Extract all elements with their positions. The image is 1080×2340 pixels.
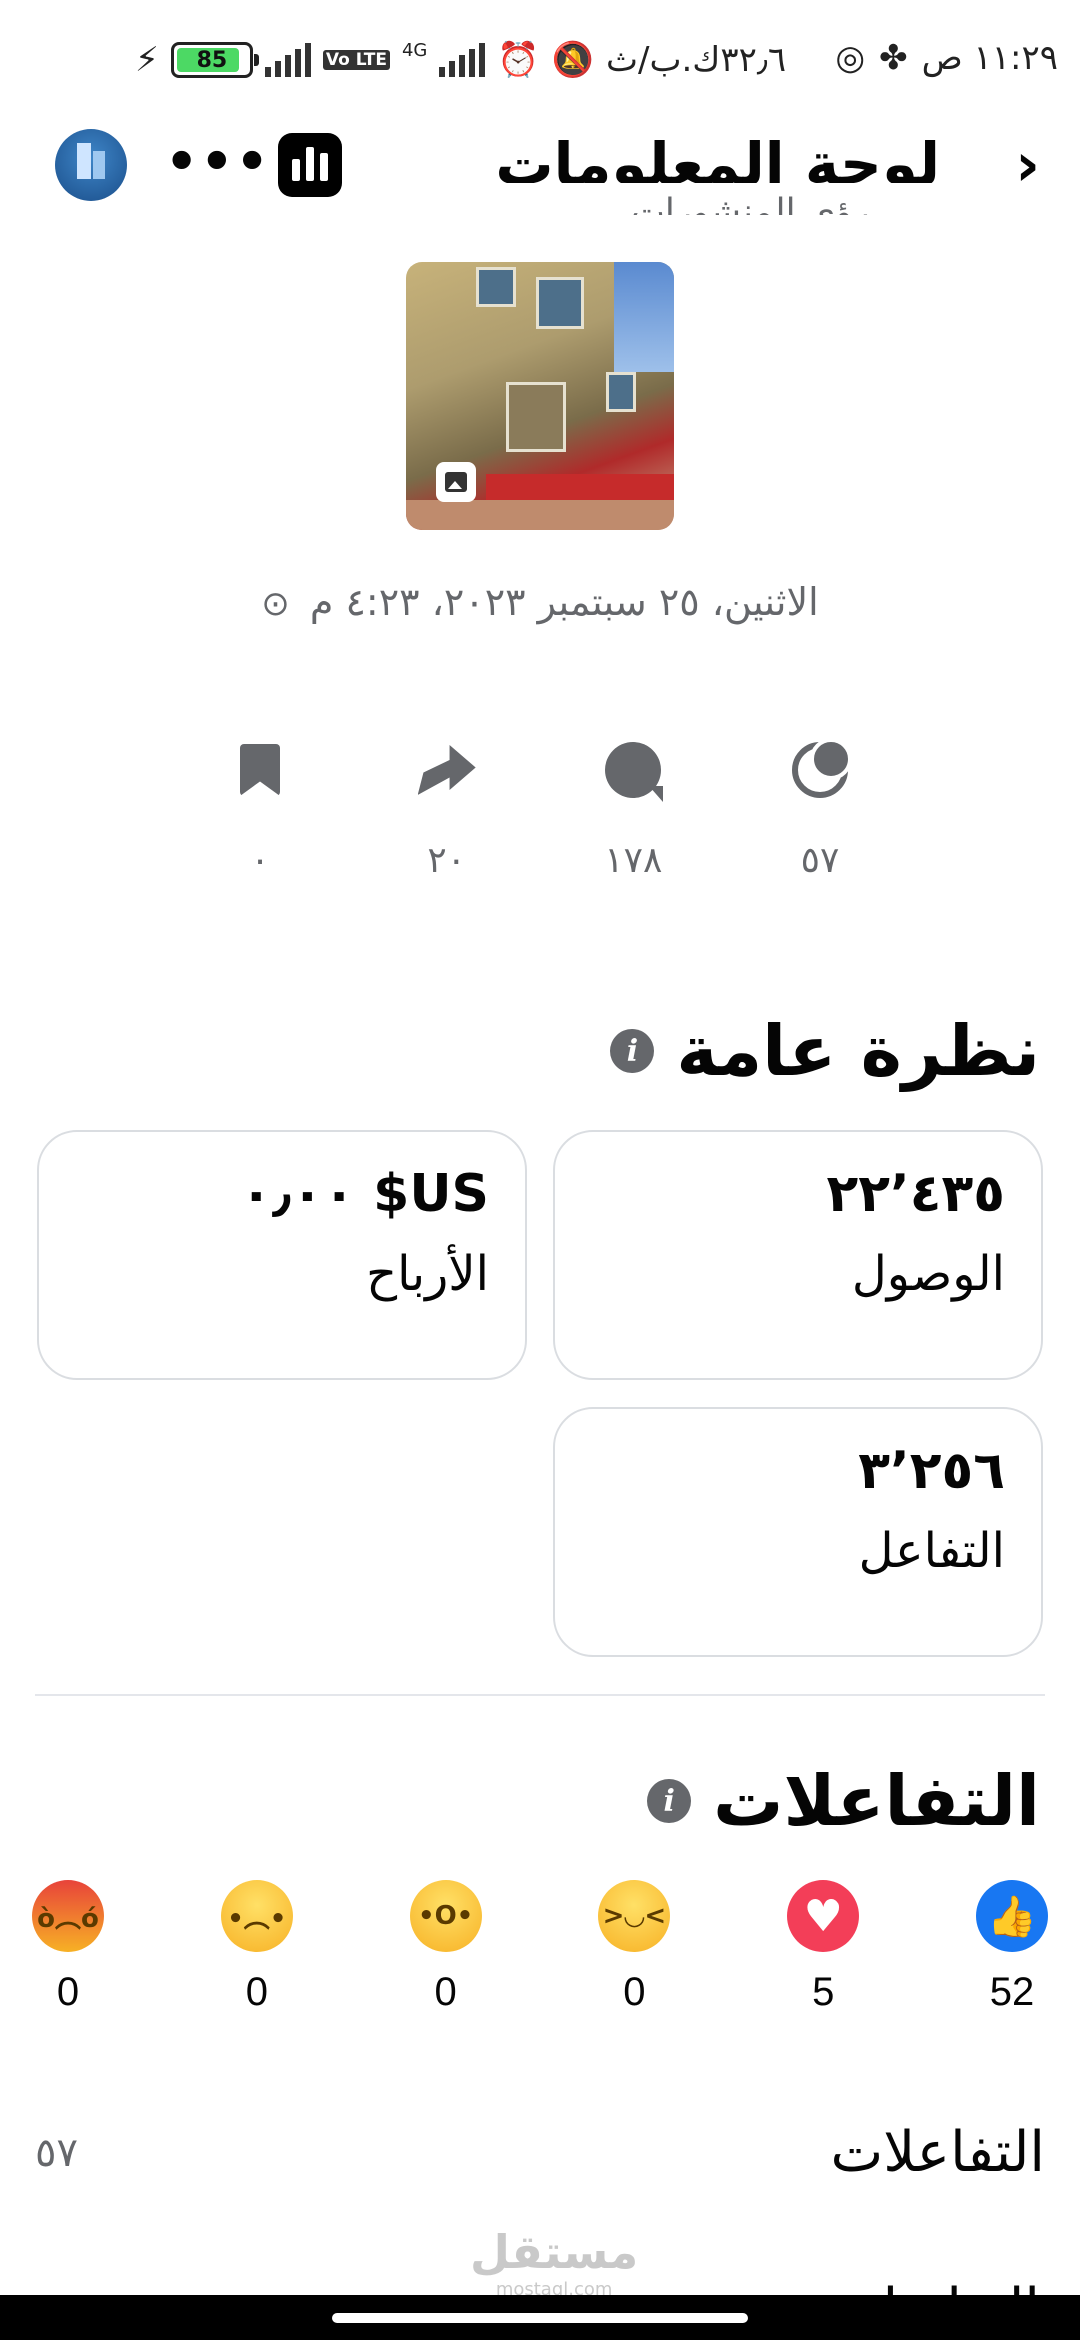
status-bar: ⚡ 85 Vo LTE 4G ⏰ 🔕 ٣٢٫٦ك.ب/ث ١١:٢٩ ص ✤ ◎ — [0, 0, 1080, 120]
more-options-button[interactable]: ••• — [165, 136, 271, 188]
reactions-title: التفاعلات — [713, 1760, 1040, 1842]
earnings-label: الأرباح — [366, 1246, 489, 1302]
battery-icon: 85 — [170, 42, 259, 78]
info-icon[interactable]: i — [610, 1029, 655, 1073]
reach-card[interactable]: ٢٢٬٤٣٥ الوصول — [553, 1130, 1043, 1380]
reach-label: الوصول — [851, 1246, 1005, 1302]
globe-icon: ⊙ — [261, 584, 290, 624]
share-count: ٢٠ — [427, 840, 466, 881]
insights-chart-button[interactable] — [278, 133, 342, 197]
comment-icon — [605, 742, 664, 802]
battery-level: 85 — [196, 47, 228, 73]
home-gesture-pill[interactable] — [332, 2313, 748, 2323]
watermark-text: مستقل — [470, 2225, 639, 2279]
pinwheel-icon: ✤ — [879, 38, 908, 78]
reaction-wow: •O• 0 — [408, 1880, 484, 2015]
reactions-summary-value: ٥٧ — [35, 2129, 78, 2176]
reactions-summary-label: التفاعلات — [830, 2120, 1045, 2185]
reaction-sad: •︵• 0 — [219, 1880, 295, 2015]
sad-icon: •︵• — [220, 1880, 293, 1952]
comment-count: ١٧٨ — [604, 840, 663, 881]
system-nav-bar — [0, 2295, 1080, 2340]
reactions-stat[interactable]: ٥٧ — [760, 730, 880, 910]
info-icon[interactable]: i — [647, 1779, 692, 1823]
haha-count: 0 — [623, 1970, 646, 2014]
status-bar-time-area: ١١:٢٩ ص ✤ ◎ — [835, 38, 1058, 78]
whatsapp-icon: ◎ — [835, 38, 866, 78]
network-type: 4G — [401, 40, 428, 61]
wow-icon: •O• — [409, 1880, 482, 1952]
haha-icon: >◡< — [598, 1880, 671, 1952]
angry-icon: ò︵ó — [32, 1880, 105, 1952]
reactions-icon — [791, 738, 852, 798]
sad-count: 0 — [245, 1970, 268, 2014]
net-speed: ٣٢٫٦ك.ب/ث — [606, 40, 787, 80]
bookmark-icon — [240, 744, 280, 796]
reactions-heading: التفاعلات i — [647, 1760, 1040, 1842]
post-date-text: الاثنين، ٢٥ سبتمبر ٢٠٢٣، ٤:٢٣ م — [309, 580, 819, 624]
like-count: 52 — [989, 1970, 1035, 2014]
signal-icon-2 — [439, 43, 486, 77]
section-divider — [35, 1694, 1045, 1696]
overview-title: نظرة عامة — [676, 1010, 1040, 1092]
page-title: لوحة المعلومات — [495, 130, 940, 183]
top-app-bar: ••• لوحة المعلومات رؤى المنشورات › — [0, 115, 1080, 235]
reactions-count: ٥٧ — [800, 840, 840, 881]
clock: ١١:٢٩ ص — [921, 38, 1058, 78]
bookmark-stat[interactable]: ٠ — [200, 730, 320, 910]
post-action-stats: ٠ ٢٠ ١٧٨ ٥٧ — [200, 730, 880, 910]
page-avatar[interactable] — [55, 129, 127, 201]
love-count: 5 — [812, 1970, 835, 2014]
earnings-card[interactable]: US$ ٠٫٠٠ الأرباح — [37, 1130, 527, 1380]
comment-stat[interactable]: ١٧٨ — [573, 730, 693, 910]
reach-value: ٢٢٬٤٣٥ — [826, 1164, 1005, 1224]
alarm-icon: ⏰ — [497, 40, 540, 80]
reactions-summary-row[interactable]: التفاعلات ٥٧ — [35, 2120, 1045, 2185]
share-icon — [417, 745, 476, 795]
watermark-logo: مستقل mostaql.com — [470, 2225, 638, 2300]
reaction-breakdown: 👍 52 ♥ 5 >◡< 0 •O• 0 •︵• 0 ò︵ó 0 — [30, 1880, 1050, 2015]
engagement-label: التفاعل — [858, 1523, 1005, 1579]
signal-icon — [264, 43, 311, 77]
earnings-value: US$ ٠٫٠٠ — [240, 1164, 489, 1224]
engagement-value: ٣٬٢٥٦ — [858, 1441, 1005, 1501]
volte-icon: Vo LTE — [322, 50, 390, 70]
engagement-card[interactable]: ٣٬٢٥٦ التفاعل — [553, 1407, 1043, 1657]
share-stat[interactable]: ٢٠ — [387, 730, 507, 910]
post-date: الاثنين، ٢٥ سبتمبر ٢٠٢٣، ٤:٢٣ م ⊙ — [0, 580, 1080, 624]
mute-icon: 🔕 — [551, 40, 595, 80]
back-chevron-icon[interactable]: › — [1015, 135, 1040, 195]
love-icon: ♥ — [787, 1880, 860, 1952]
page-subtitle: رؤى المنشورات — [630, 193, 870, 215]
reaction-love: ♥ 5 — [785, 1880, 861, 2015]
post-thumbnail[interactable] — [406, 262, 674, 530]
photo-icon — [436, 462, 476, 502]
overview-heading: نظرة عامة i — [610, 1010, 1040, 1092]
bookmark-count: ٠ — [250, 840, 270, 881]
reaction-haha: >◡< 0 — [596, 1880, 672, 2015]
reaction-like: 👍 52 — [974, 1880, 1050, 2015]
wow-count: 0 — [434, 1970, 457, 2014]
like-icon: 👍 — [976, 1880, 1048, 1952]
charging-icon: ⚡ — [135, 40, 159, 80]
status-bar-indicators: ⚡ 85 Vo LTE 4G ⏰ 🔕 ٣٢٫٦ك.ب/ث — [135, 40, 786, 80]
reaction-angry: ò︵ó 0 — [30, 1880, 106, 2015]
angry-count: 0 — [56, 1970, 80, 2014]
